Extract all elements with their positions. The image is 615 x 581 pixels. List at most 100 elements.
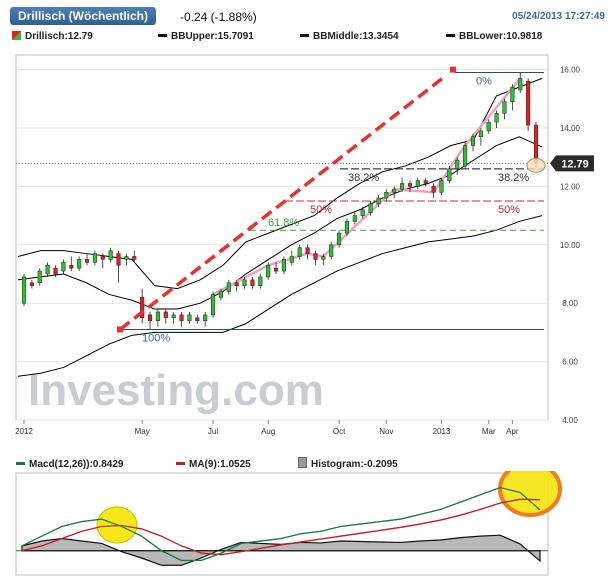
y-tick-label: 8.00	[562, 299, 578, 308]
fib-382-label-right: 38.2%	[498, 172, 529, 184]
timestamp: 05/24/2013 17:27:49	[512, 11, 605, 22]
candle-body	[29, 282, 34, 286]
highlight-marker	[526, 157, 546, 173]
watermark-logo: Investing.com	[28, 366, 324, 415]
fib-50-label-right: 50%	[498, 204, 520, 216]
chart-widget: Drillisch (Wöchentlich) -0.24 (-1.88%) 0…	[0, 0, 615, 581]
candle-body	[518, 78, 523, 91]
candle-body	[210, 294, 216, 316]
candle-body	[155, 311, 160, 321]
candle-body	[376, 197, 381, 205]
candle-body	[266, 264, 271, 278]
last-price-label: 12.79	[561, 158, 589, 170]
candle-body	[337, 232, 342, 246]
fib-arrow-start	[117, 326, 123, 333]
y-tick-label: 12.00	[560, 182, 581, 191]
candle-body	[195, 317, 200, 321]
x-tick-label: 2013	[433, 427, 451, 436]
fib-0-label: 0%	[476, 76, 492, 88]
candle-body	[274, 267, 279, 272]
legend-bb-upper-label: BBUpper:15.7091	[171, 31, 254, 42]
bar-swatch-icon	[298, 457, 307, 468]
candle-body	[329, 244, 334, 257]
legend-bb-middle: BBMiddle:13.3454	[300, 29, 399, 45]
price-change: -0.24 (-1.88%)	[180, 10, 257, 24]
macd-plot-area	[15, 472, 549, 576]
x-tick-label: Oct	[333, 427, 346, 436]
price-chart[interactable]: 4.00 6.00 8.00 10.00 12.00 14.00 16.00 2012 May J…	[0, 45, 615, 445]
candle-body	[321, 256, 326, 260]
fib-618-label: 61.8%	[268, 217, 299, 229]
candle-body	[533, 124, 539, 164]
legend-last-label: Drillisch:12.79	[25, 31, 93, 42]
candle-body	[360, 209, 365, 216]
y-tick-label: 14.00	[560, 124, 581, 133]
candle-body	[84, 259, 90, 263]
candle	[463, 142, 468, 169]
candle-body	[470, 136, 476, 146]
x-tick-label: May	[135, 427, 150, 436]
candle-body	[250, 279, 255, 286]
price-legend: Drillisch:12.79 BBUpper:15.7091 BBMiddle…	[12, 29, 602, 45]
candle-body	[61, 262, 66, 272]
candle	[210, 291, 216, 318]
fib-382-label: 38.2%	[348, 172, 379, 184]
candle-body	[53, 267, 58, 275]
legend-ma-label: MA(9):1.0525	[189, 459, 251, 470]
candle-body	[45, 264, 50, 275]
x-tick-label: Mar	[482, 427, 496, 436]
candle-body	[242, 279, 247, 286]
chart-title-tab[interactable]: Drillisch (Wöchentlich)	[10, 7, 157, 25]
candle-body	[37, 270, 42, 284]
legend-last: Drillisch:12.79	[12, 29, 93, 45]
candle-body	[171, 314, 176, 319]
candle-body	[415, 180, 420, 187]
x-tick-label: Jul	[208, 427, 218, 436]
y-tick-label: 16.00	[560, 66, 581, 75]
candle-body	[463, 145, 468, 167]
line-swatch-icon	[176, 462, 185, 465]
candle-body	[187, 314, 192, 321]
legend-bb-lower-label: BBLower:10.9818	[459, 31, 543, 42]
candle-body	[203, 314, 208, 321]
candle-body	[392, 189, 397, 193]
legend-bb-middle-label: BBMiddle:13.3454	[313, 31, 399, 42]
fib-arrow-end	[450, 66, 456, 73]
candle-body	[407, 183, 413, 187]
candle	[21, 274, 27, 307]
candle-body	[77, 259, 82, 269]
candle-body	[124, 256, 129, 260]
y-tick-label: 4.00	[562, 416, 578, 425]
candle-body	[297, 247, 302, 257]
candle-body	[494, 113, 499, 123]
macd-chart[interactable]	[0, 471, 615, 581]
candle-swatch-icon	[12, 31, 21, 40]
candle-body	[486, 121, 491, 132]
candle-body	[313, 253, 318, 260]
candle-body	[455, 159, 460, 170]
candle-body	[108, 250, 113, 260]
candle-body	[179, 314, 184, 321]
candle-body	[258, 276, 263, 286]
legend-macd-label: Macd(12,26)):0.8429	[29, 459, 124, 470]
line-swatch-icon	[300, 34, 309, 37]
candle-body	[218, 291, 223, 298]
candle-body	[478, 130, 483, 138]
candle-body	[163, 311, 168, 319]
candle-body	[92, 253, 97, 263]
candle-body	[400, 183, 405, 190]
candle-body	[431, 186, 436, 193]
y-tick-label: 10.00	[560, 241, 581, 250]
candle-body	[344, 221, 350, 234]
candle-body	[289, 256, 294, 263]
x-tick-label: Apr	[506, 427, 519, 436]
line-swatch-icon	[16, 462, 25, 465]
highlight-circle-2	[498, 471, 562, 517]
candle-body	[423, 180, 428, 184]
candle-body	[439, 180, 444, 193]
candle-body	[226, 282, 231, 292]
x-tick-label: Aug	[261, 427, 275, 436]
candle-body	[234, 282, 239, 286]
candle-body	[305, 247, 310, 254]
line-swatch-icon	[446, 34, 455, 37]
